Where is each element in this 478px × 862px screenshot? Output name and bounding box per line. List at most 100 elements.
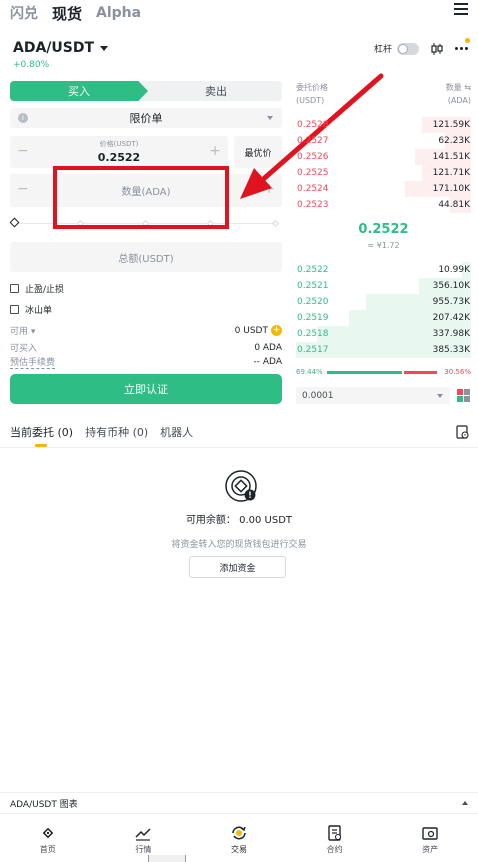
- bid-row[interactable]: 0.2518 337.98K: [296, 326, 471, 342]
- ask-row[interactable]: 0.2523 44.81K: [296, 197, 471, 213]
- sell-tab[interactable]: 卖出: [150, 81, 282, 101]
- available-label[interactable]: 可用 ▾: [10, 324, 35, 337]
- chevron-down-icon: [267, 116, 273, 120]
- chart-drawer[interactable]: ADA/USDT 图表: [0, 792, 478, 814]
- bid-row[interactable]: 0.2519 207.42K: [296, 310, 471, 326]
- hamburger-menu-icon[interactable]: [454, 3, 468, 17]
- nav-home[interactable]: 首页: [0, 817, 96, 862]
- order-type-select[interactable]: i 限价单: [10, 108, 282, 128]
- ratio-bar-sell: [404, 371, 437, 374]
- nav-assets[interactable]: 资产: [382, 817, 478, 862]
- row-qty: 121.59K: [432, 120, 470, 130]
- available-row: 可用 ▾ 0 USDT +: [10, 324, 282, 337]
- row-price: 0.2527: [297, 136, 329, 146]
- notification-dot: [465, 38, 470, 43]
- pair-selector[interactable]: ADA/USDT: [13, 40, 109, 56]
- buy-ratio: 69.44%: [296, 368, 323, 376]
- nav-home-label: 首页: [39, 845, 56, 854]
- price-step-select[interactable]: 0.0001: [296, 387, 450, 404]
- verify-now-button[interactable]: 立即认证: [10, 374, 282, 404]
- markets-icon: [135, 828, 151, 841]
- row-price: 0.2522: [297, 265, 329, 275]
- empty-wallet-icon: [225, 470, 257, 502]
- pair-name: ADA/USDT: [13, 40, 95, 56]
- buy-tab[interactable]: 买入: [10, 81, 148, 101]
- nav-futures-label: 合约: [326, 845, 343, 854]
- row-qty: 62.23K: [438, 136, 470, 146]
- price-label: 价格(USDT): [99, 140, 139, 148]
- row-price: 0.2520: [297, 297, 329, 307]
- nav-futures[interactable]: 合约: [287, 817, 383, 862]
- ratio-bar-buy: [327, 371, 402, 374]
- nav-trade[interactable]: 交易: [191, 817, 287, 862]
- info-icon[interactable]: i: [18, 113, 28, 123]
- row-qty: 207.42K: [432, 313, 470, 323]
- bid-row[interactable]: 0.2517 385.33K: [296, 342, 471, 358]
- checkbox-icon: [10, 305, 19, 314]
- price-input[interactable]: − 价格(USDT) 0.2522 +: [10, 136, 228, 168]
- ask-row[interactable]: 0.2524 171.10K: [296, 181, 471, 197]
- row-qty: 955.73K: [432, 297, 470, 307]
- total-input[interactable]: 总额(USDT): [10, 242, 282, 272]
- tab-bots[interactable]: 机器人: [160, 424, 193, 440]
- annotation-highlight-box: [53, 166, 229, 229]
- row-price: 0.2521: [297, 281, 329, 291]
- more-options-icon[interactable]: [455, 41, 471, 55]
- top-tabs: 闪兑 现货 Alpha: [10, 2, 141, 24]
- bid-row[interactable]: 0.2520 955.73K: [296, 294, 471, 310]
- nav-markets-label: 行情: [135, 845, 152, 854]
- iceberg-checkbox[interactable]: 冰山单: [10, 303, 52, 316]
- row-qty: 44.81K: [438, 200, 470, 210]
- tp-sl-checkbox[interactable]: 止盈/止损: [10, 282, 64, 295]
- qty-increment-button[interactable]: +: [263, 181, 275, 197]
- row-qty: 171.10K: [432, 184, 470, 194]
- add-funds-button[interactable]: 添加资金: [189, 556, 286, 578]
- ask-row[interactable]: 0.2526 141.51K: [296, 149, 471, 165]
- nav-assets-label: 资产: [422, 845, 439, 854]
- ask-row[interactable]: 0.2528 121.59K: [296, 117, 471, 133]
- mid-price-fiat: ≈ ¥1.72: [367, 241, 400, 250]
- tp-sl-label: 止盈/止损: [25, 285, 65, 295]
- leverage-toggle[interactable]: [397, 42, 420, 55]
- fee-value: -- ADA: [253, 357, 282, 367]
- price-increment-button[interactable]: +: [209, 143, 221, 159]
- order-book-header: 委托价格 数量 ⇆ (USDT) (ADA): [296, 82, 471, 105]
- chevron-down-icon: [100, 45, 109, 51]
- available-value: 0 USDT +: [234, 325, 282, 336]
- fee-label[interactable]: 预估手续费: [10, 355, 56, 369]
- best-price-button[interactable]: 最优价: [234, 136, 282, 168]
- tab-holdings[interactable]: 持有币种 (0): [85, 424, 148, 440]
- qty-header[interactable]: 数量 ⇆: [446, 82, 471, 93]
- tab-spot[interactable]: 现货: [52, 3, 82, 24]
- row-qty: 337.98K: [432, 329, 470, 339]
- mid-price[interactable]: 0.2522: [296, 222, 471, 237]
- row-price: 0.2528: [297, 120, 329, 130]
- leverage-toggle-group: 杠杆: [374, 42, 420, 55]
- nav-trade-label: 交易: [230, 845, 247, 854]
- home-icon: [42, 827, 54, 839]
- trade-icon: [232, 826, 246, 840]
- price-header: 委托价格: [296, 83, 328, 92]
- bid-row[interactable]: 0.2521 356.10K: [296, 278, 471, 294]
- row-price: 0.2519: [297, 313, 329, 323]
- row-price: 0.2526: [297, 152, 329, 162]
- add-funds-icon[interactable]: +: [271, 325, 282, 336]
- qty-unit: (ADA): [447, 96, 471, 105]
- orderbook-layout-icon[interactable]: [457, 389, 470, 402]
- slider-step-100[interactable]: [271, 219, 280, 228]
- tab-alpha[interactable]: Alpha: [96, 5, 141, 21]
- leverage-label: 杠杆: [374, 45, 393, 55]
- chevron-up-icon: [462, 801, 468, 805]
- ask-row[interactable]: 0.2527 62.23K: [296, 133, 471, 149]
- price-value: 0.2522: [97, 151, 141, 164]
- can-buy-label: 可买入: [10, 344, 38, 354]
- candlestick-chart-icon[interactable]: [431, 43, 443, 55]
- tab-open-orders[interactable]: 当前委托 (0): [10, 424, 73, 440]
- bid-row[interactable]: 0.2522 10.99K: [296, 262, 471, 278]
- buy-sell-switch: 买入 卖出: [10, 81, 282, 101]
- tab-flash-swap[interactable]: 闪兑: [10, 3, 38, 23]
- available-balance: 可用余额： 0.00 USDT: [185, 515, 293, 526]
- ask-row[interactable]: 0.2525 121.71K: [296, 165, 471, 181]
- order-history-icon[interactable]: [456, 425, 469, 439]
- slider-handle[interactable]: [9, 217, 20, 228]
